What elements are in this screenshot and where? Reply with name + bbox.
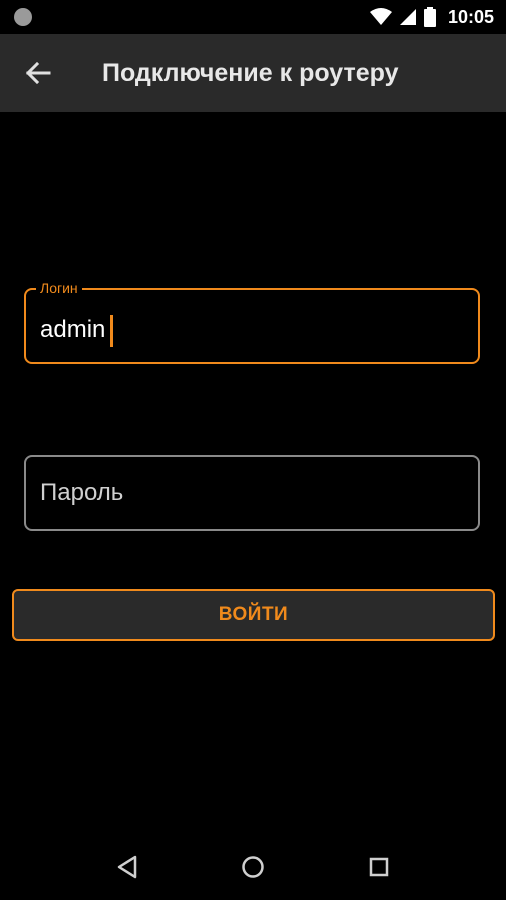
nav-home-button[interactable]	[238, 852, 268, 882]
recents-square-icon	[369, 857, 389, 877]
status-bar: 10:05	[0, 0, 506, 34]
nav-recents-button[interactable]	[364, 852, 394, 882]
status-icons: 10:05	[369, 5, 494, 29]
home-circle-icon	[242, 856, 264, 878]
battery-icon	[423, 7, 436, 27]
notification-dot-icon	[14, 8, 32, 26]
signal-icon	[399, 9, 416, 25]
nav-back-button[interactable]	[112, 852, 142, 882]
login-field-container: Логин	[24, 279, 480, 366]
text-cursor	[110, 315, 113, 347]
app-bar: Подключение к роутеру	[0, 34, 506, 112]
back-button[interactable]	[18, 53, 58, 93]
navigation-bar	[0, 832, 506, 900]
back-triangle-icon	[117, 855, 137, 879]
status-time: 10:05	[447, 6, 494, 27]
wifi-icon	[369, 8, 392, 25]
password-field-container	[24, 455, 480, 531]
password-input[interactable]	[40, 457, 460, 529]
arrow-left-icon	[25, 62, 51, 84]
login-input[interactable]	[40, 294, 460, 366]
page-title: Подключение к роутеру	[102, 59, 399, 87]
login-button[interactable]: ВОЙТИ	[12, 589, 495, 641]
